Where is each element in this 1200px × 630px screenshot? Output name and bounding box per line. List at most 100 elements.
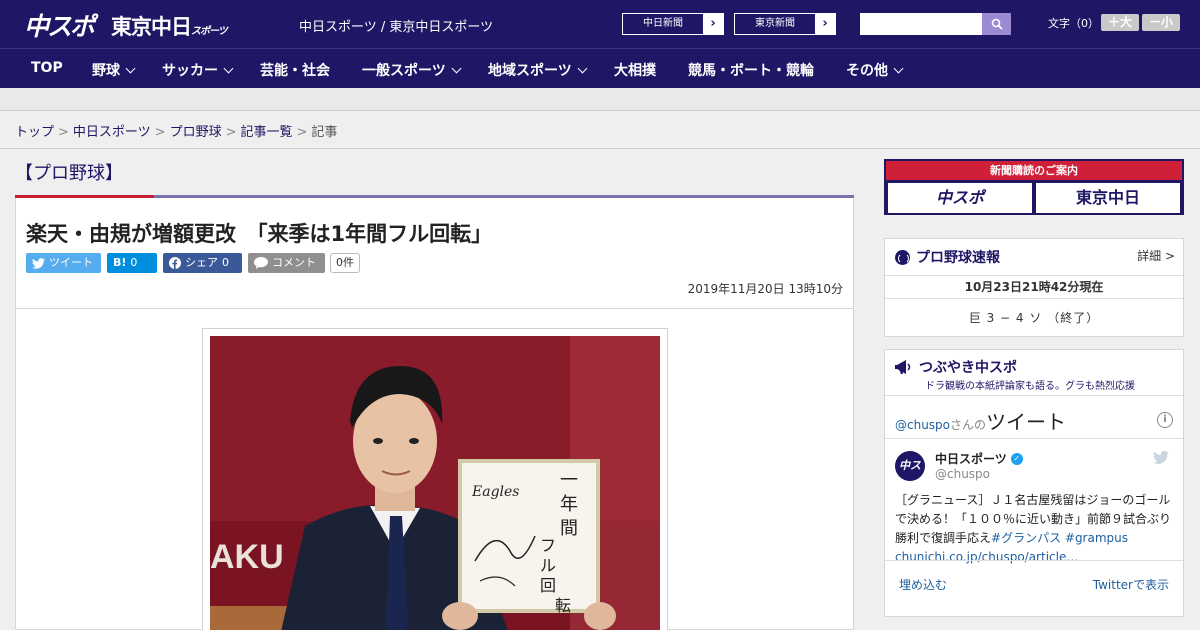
twitter-panel-title: つぶやき中スポ (919, 360, 1017, 376)
article-photo[interactable]: AKU Eagles 一 年 間 フ ル 回 転 (210, 336, 660, 630)
divider (885, 438, 1183, 439)
article-divider (16, 308, 853, 309)
twitter-panel-heading: つぶやき中スポ (895, 357, 1017, 377)
chevron-down-icon (223, 63, 234, 74)
subscription-ad: 新聞購読のご案内 中スポ 東京中日 (884, 159, 1184, 215)
search-button[interactable] (982, 13, 1011, 35)
divider (885, 560, 1183, 561)
nav-label: 競馬・ボート・競輪 (688, 63, 814, 79)
breadcrumb-separator: > (154, 125, 166, 140)
tweet-account-name: 中日スポーツ (935, 452, 1007, 466)
chevron-down-icon (451, 63, 462, 74)
font-larger-button[interactable]: ＋大 (1101, 14, 1139, 31)
nav-item-sumo[interactable]: 大相撲 (614, 60, 656, 80)
twitter-panel: つぶやき中スポ ドラ観戦の本紙評論家も語る。グラも熱烈応援 @chuspoさんの… (884, 349, 1184, 617)
subscribe-tokyo-button[interactable]: 東京中日 (1036, 183, 1180, 213)
top-bar: 中スポ 東京中日スポーツ 中日スポーツ / 東京中日スポーツ 中日新聞 › 東京… (0, 0, 1200, 48)
svg-text:回: 回 (540, 576, 556, 595)
svg-text:年: 年 (560, 494, 578, 515)
nav-item-soccer[interactable]: サッカー (162, 60, 234, 80)
article-date: 2019年11月20日 13時10分 (687, 282, 843, 296)
breadcrumb-pro-baseball[interactable]: プロ野球 (170, 125, 222, 140)
tokyo-chunichi-logo[interactable]: 東京中日スポーツ (111, 11, 228, 41)
breadcrumb-top[interactable]: トップ (15, 125, 54, 140)
nav-item-general-sports[interactable]: 一般スポーツ (362, 60, 462, 80)
tokyo-shimbun-link[interactable]: 東京新聞 › (734, 13, 836, 35)
main-nav: TOP 野球 サッカー 芸能・社会 一般スポーツ 地域スポーツ 大相撲 競馬・ボ… (0, 48, 1200, 88)
tweet-hashtags[interactable]: #グランパス #grampus (991, 531, 1128, 545)
tweets-by-label: @chuspoさんのツイート (895, 406, 1066, 435)
tweet-account[interactable]: 中日スポーツ ✓ (935, 450, 1023, 467)
font-smaller-button[interactable]: －小 (1142, 14, 1180, 31)
divider (885, 395, 1183, 396)
embed-link[interactable]: 埋め込む (899, 576, 947, 593)
breadcrumb-bar: トップ > 中日スポーツ > プロ野球 > 記事一覧 > 記事 (0, 111, 1200, 149)
nav-label: 芸能・社会 (260, 63, 330, 79)
breadcrumb-separator: > (58, 125, 69, 140)
chevron-down-icon (893, 63, 904, 74)
score-updated-time: 10月23日21時42分現在 (885, 275, 1183, 299)
comment-button[interactable]: コメント (248, 253, 325, 273)
chuspo-logo[interactable]: 中スポ (24, 7, 95, 43)
nav-label: 一般スポーツ (362, 63, 446, 79)
paper-link-label: 中日新聞 (623, 14, 703, 34)
twitter-bird-icon (32, 257, 45, 269)
nav-item-top[interactable]: TOP (31, 60, 63, 76)
svg-text:AKU: AKU (210, 538, 284, 576)
search-input[interactable] (860, 13, 982, 35)
facebook-share-button[interactable]: シェア 0 (163, 253, 242, 273)
tweets-by-handle[interactable]: @chuspo (895, 418, 950, 432)
tweet-text: ［グラニュース］Ｊ１名古屋残留はジョーのゴールで決める！「１００％に近い動き」前… (895, 491, 1175, 567)
nav-label: 地域スポーツ (488, 63, 572, 79)
svg-text:一: 一 (560, 470, 578, 491)
site-tagline: 中日スポーツ / 東京中日スポーツ (299, 20, 494, 35)
breadcrumb-separator: > (225, 125, 237, 140)
nav-item-baseball[interactable]: 野球 (92, 60, 136, 80)
nav-item-entertainment[interactable]: 芸能・社会 (260, 60, 330, 80)
nav-item-other[interactable]: その他 (846, 60, 904, 80)
svg-text:ル: ル (540, 556, 556, 575)
nav-item-racing[interactable]: 競馬・ボート・競輪 (688, 60, 814, 80)
nav-label: TOP (31, 60, 63, 76)
nav-label: サッカー (162, 63, 218, 79)
tweet-account-handle[interactable]: @chuspo (935, 467, 990, 481)
hatena-count: 0 (130, 256, 138, 269)
player-photo-image: AKU Eagles 一 年 間 フ ル 回 転 (210, 336, 660, 630)
verified-badge-icon: ✓ (1010, 452, 1023, 465)
hatena-icon: B! (113, 256, 127, 269)
nav-label: 野球 (92, 63, 120, 79)
chunichi-shimbun-link[interactable]: 中日新聞 › (622, 13, 724, 35)
svg-text:フ: フ (540, 536, 556, 555)
view-on-twitter-link[interactable]: Twitterで表示 (1093, 576, 1169, 593)
tokyo-logo-text: 東京中日 (111, 14, 192, 39)
tweet-button[interactable]: ツイート (26, 253, 101, 273)
nav-label: 大相撲 (614, 63, 656, 79)
breadcrumb-chunichi-sports[interactable]: 中日スポーツ (73, 125, 151, 140)
game-score[interactable]: 巨 3 − 4 ソ （終了） (885, 309, 1183, 326)
baseball-detail-link[interactable]: 詳細 > (1137, 247, 1175, 264)
sub-nav-strip (0, 88, 1200, 111)
comment-label: コメント (272, 256, 316, 269)
baseball-score-heading: プロ野球速報 (895, 247, 1000, 267)
breadcrumb-article-list[interactable]: 記事一覧 (241, 125, 293, 140)
svg-text:間: 間 (560, 518, 578, 539)
comment-count: 0件 (330, 253, 360, 273)
twitter-bird-icon[interactable] (1153, 451, 1169, 464)
facebook-share-label: シェア (185, 256, 218, 269)
article-headline: 楽天・由規が増額更改 「来季は1年間フル回転」 (26, 222, 493, 246)
subscription-heading: 新聞購読のご案内 (886, 161, 1182, 180)
baseball-score-title: プロ野球速報 (916, 250, 1000, 266)
facebook-share-count: 0 (222, 256, 229, 269)
info-icon[interactable]: i (1157, 412, 1173, 428)
section-title: 【プロ野球】 (15, 163, 123, 184)
avatar[interactable]: 中スポ (895, 451, 925, 502)
megaphone-icon (895, 360, 911, 374)
facebook-icon (169, 257, 181, 269)
search-icon (991, 18, 1003, 30)
subscribe-chuspo-button[interactable]: 中スポ (888, 183, 1032, 213)
chevron-right-icon: › (710, 16, 716, 31)
tweet-link[interactable]: chunichi.co.jp/chuspo/article… (895, 550, 1078, 564)
nav-item-local-sports[interactable]: 地域スポーツ (488, 60, 588, 80)
hatena-bookmark-button[interactable]: B! 0 (107, 253, 157, 273)
svg-text:転: 転 (555, 596, 571, 615)
